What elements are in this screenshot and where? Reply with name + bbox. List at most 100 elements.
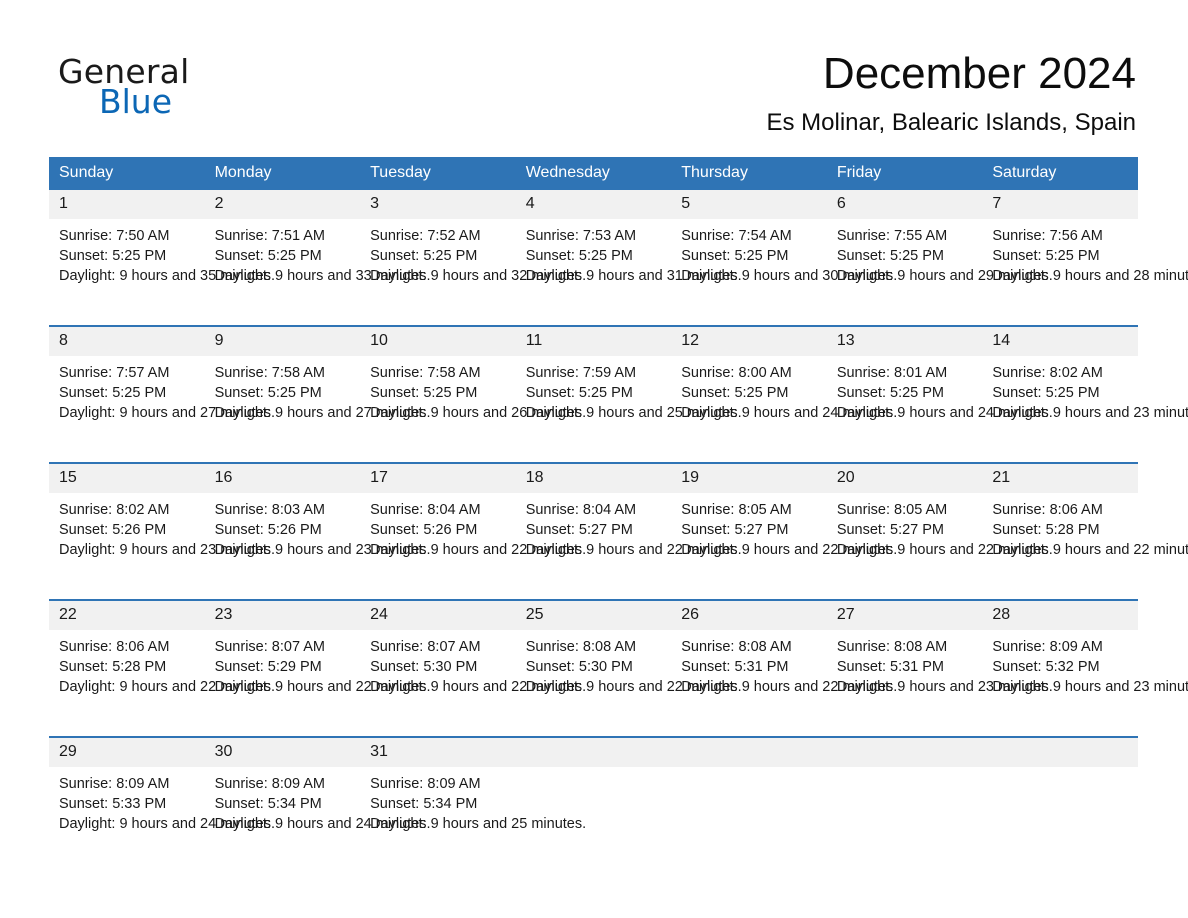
calendar-day-cell[interactable]: 14 Sunrise: 8:02 AM Sunset: 5:25 PM Dayligh…	[982, 325, 1188, 463]
day-number: 19	[671, 464, 827, 493]
weekday-header-wednesday: Wednesday	[515, 157, 672, 190]
day-number: 28	[982, 601, 1138, 630]
day-details: Sunrise: 7:58 AM Sunset: 5:25 PM Daylight:…	[205, 356, 431, 424]
calendar-day-cell[interactable]: 25 Sunrise: 8:08 AM Sunset: 5:30 PM Dayligh…	[515, 599, 742, 737]
calendar-day-cell[interactable]: 6 Sunrise: 7:55 AM Sunset: 5:25 PM Daylight…	[826, 190, 1053, 326]
calendar-body: 1 Sunrise: 7:50 AM Sunset: 5:25 PM Daylight…	[49, 190, 1188, 873]
calendar-day-cell[interactable]: 17 Sunrise: 8:04 AM Sunset: 5:26 PM Dayligh…	[360, 462, 586, 600]
calendar-day-cell[interactable]: 15 Sunrise: 8:02 AM Sunset: 5:26 PM Dayligh…	[49, 462, 275, 600]
sunrise-text: Sunrise: 7:59 AM	[525, 365, 637, 381]
calendar-day-cell-empty	[826, 736, 983, 873]
calendar-day-cell[interactable]: 4 Sunrise: 7:53 AM Sunset: 5:25 PM Daylight…	[515, 190, 742, 326]
sunrise-text: Sunrise: 8:02 AM	[59, 502, 170, 518]
calendar-day-cell[interactable]: 28 Sunrise: 8:09 AM Sunset: 5:32 PM Dayligh…	[982, 599, 1188, 737]
calendar-day-cell[interactable]: 19 Sunrise: 8:05 AM Sunset: 5:27 PM Dayligh…	[671, 462, 898, 600]
calendar-day-cell[interactable]: 10 Sunrise: 7:58 AM Sunset: 5:25 PM Dayligh…	[360, 325, 586, 463]
calendar-day-cell[interactable]: 21 Sunrise: 8:06 AM Sunset: 5:28 PM Dayligh…	[982, 462, 1188, 600]
sunrise-text: Sunrise: 8:09 AM	[214, 776, 325, 792]
calendar-day-cell[interactable]: 7 Sunrise: 7:56 AM Sunset: 5:25 PM Daylight…	[982, 190, 1188, 326]
calendar-day-cell[interactable]: 8 Sunrise: 7:57 AM Sunset: 5:25 PM Daylight…	[49, 325, 276, 463]
sunset-text: Sunset: 5:27 PM	[525, 522, 633, 539]
sunset-text: Sunset: 5:25 PM	[525, 248, 633, 265]
daylight-text: Daylight: 9 hours and 23 minutes.	[992, 405, 1188, 422]
daylight-text: Daylight: 9 hours and 23 minutes.	[836, 679, 1053, 696]
day-number: 16	[204, 464, 361, 493]
sunset-text: Sunset: 5:25 PM	[681, 248, 789, 265]
day-details: Sunrise: 8:09 AM Sunset: 5:32 PM Daylight:…	[982, 630, 1188, 698]
calendar-day-cell[interactable]: 30 Sunrise: 8:09 AM Sunset: 5:34 PM Dayligh…	[204, 736, 431, 873]
calendar-day-cell[interactable]: 27 Sunrise: 8:08 AM Sunset: 5:31 PM Dayligh…	[826, 599, 1053, 737]
daylight-text: Daylight: 9 hours and 27 minutes.	[59, 405, 276, 422]
calendar-day-cell[interactable]: 31 Sunrise: 8:09 AM Sunset: 5:34 PM Dayligh…	[360, 736, 586, 873]
sunrise-text: Sunrise: 8:05 AM	[681, 502, 792, 518]
sunset-text: Sunset: 5:28 PM	[59, 659, 167, 676]
sunset-text: Sunset: 5:26 PM	[214, 522, 322, 539]
daylight-text: Daylight: 9 hours and 24 minutes.	[681, 405, 898, 422]
sunrise-text: Sunrise: 7:50 AM	[59, 228, 170, 244]
weekday-header-saturday: Saturday	[982, 157, 1138, 190]
calendar-day-cell[interactable]: 11 Sunrise: 7:59 AM Sunset: 5:25 PM Dayligh…	[515, 325, 742, 463]
sunrise-text: Sunrise: 8:01 AM	[836, 365, 948, 381]
calendar-day-cell[interactable]: 23 Sunrise: 8:07 AM Sunset: 5:29 PM Dayligh…	[204, 599, 431, 737]
sunrise-text: Sunrise: 7:56 AM	[992, 228, 1103, 244]
day-details: Sunrise: 8:06 AM Sunset: 5:28 PM Daylight:…	[49, 630, 275, 698]
day-number: 24	[360, 601, 516, 630]
day-details: Sunrise: 7:59 AM Sunset: 5:25 PM Daylight:…	[516, 356, 742, 424]
calendar-day-cell[interactable]: 24 Sunrise: 8:07 AM Sunset: 5:30 PM Dayligh…	[360, 599, 586, 737]
sunset-text: Sunset: 5:25 PM	[681, 385, 789, 402]
sunset-text: Sunset: 5:32 PM	[992, 659, 1100, 676]
day-number: 6	[826, 190, 983, 219]
day-number: 30	[204, 738, 361, 767]
calendar-day-cell[interactable]: 12 Sunrise: 8:00 AM Sunset: 5:25 PM Dayligh…	[671, 325, 898, 463]
calendar-day-cell[interactable]: 13 Sunrise: 8:01 AM Sunset: 5:25 PM Dayligh…	[826, 325, 1053, 463]
day-details: Sunrise: 8:03 AM Sunset: 5:26 PM Daylight:…	[205, 493, 431, 561]
sunrise-text: Sunrise: 8:08 AM	[681, 639, 792, 655]
logo-text-blue: Blue	[99, 82, 173, 121]
daylight-text: Daylight: 9 hours and 24 minutes.	[214, 816, 431, 833]
weekday-header-friday: Friday	[826, 157, 983, 190]
calendar-day-cell[interactable]: 29 Sunrise: 8:09 AM Sunset: 5:33 PM Dayligh…	[49, 736, 275, 873]
calendar-page: General Blue December 2024 Es Molinar, B…	[0, 0, 1188, 918]
day-number: 2	[204, 190, 361, 219]
calendar-day-cell-empty	[982, 736, 1138, 873]
calendar-week-row: 8 Sunrise: 7:57 AM Sunset: 5:25 PM Daylight…	[49, 325, 1188, 463]
sunrise-text: Sunrise: 7:51 AM	[214, 228, 325, 244]
day-details: Sunrise: 8:07 AM Sunset: 5:29 PM Daylight:…	[205, 630, 431, 698]
day-number: 21	[982, 464, 1138, 493]
calendar-day-cell[interactable]: 2 Sunrise: 7:51 AM Sunset: 5:25 PM Daylight…	[204, 190, 431, 326]
day-details: Sunrise: 7:56 AM Sunset: 5:25 PM Daylight:…	[982, 219, 1188, 287]
calendar-day-cell[interactable]: 1 Sunrise: 7:50 AM Sunset: 5:25 PM Daylight…	[49, 190, 275, 326]
day-details: Sunrise: 8:08 AM Sunset: 5:30 PM Daylight:…	[516, 630, 742, 698]
calendar-day-cell[interactable]: 5 Sunrise: 7:54 AM Sunset: 5:25 PM Daylight…	[671, 190, 898, 326]
day-number: 17	[360, 464, 516, 493]
weekday-header-thursday: Thursday	[671, 157, 827, 190]
sunset-text: Sunset: 5:26 PM	[370, 522, 478, 539]
calendar-day-cell[interactable]: 22 Sunrise: 8:06 AM Sunset: 5:28 PM Dayligh…	[49, 599, 275, 737]
day-number	[671, 738, 827, 767]
daylight-text: Daylight: 9 hours and 31 minutes.	[525, 268, 742, 285]
day-details: Sunrise: 7:57 AM Sunset: 5:25 PM Daylight:…	[49, 356, 276, 424]
sunrise-text: Sunrise: 7:58 AM	[214, 365, 325, 381]
day-details: Sunrise: 8:02 AM Sunset: 5:26 PM Daylight:…	[49, 493, 275, 561]
calendar-day-cell[interactable]: 26 Sunrise: 8:08 AM Sunset: 5:31 PM Dayligh…	[671, 599, 897, 737]
daylight-text: Daylight: 9 hours and 28 minutes.	[992, 268, 1188, 285]
daylight-text: Daylight: 9 hours and 22 minutes.	[525, 542, 742, 559]
calendar-day-cell[interactable]: 9 Sunrise: 7:58 AM Sunset: 5:25 PM Daylight…	[204, 325, 431, 463]
daylight-text: Daylight: 9 hours and 30 minutes.	[681, 268, 898, 285]
calendar-day-cell[interactable]: 20 Sunrise: 8:05 AM Sunset: 5:27 PM Dayligh…	[826, 462, 1053, 600]
calendar-day-cell[interactable]: 3 Sunrise: 7:52 AM Sunset: 5:25 PM Daylight…	[360, 190, 586, 326]
day-number: 25	[515, 601, 672, 630]
day-details: Sunrise: 8:09 AM Sunset: 5:33 PM Daylight:…	[49, 767, 275, 835]
calendar-day-cell[interactable]: 16 Sunrise: 8:03 AM Sunset: 5:26 PM Dayligh…	[204, 462, 431, 600]
day-number	[826, 738, 983, 767]
day-number: 11	[515, 327, 672, 356]
calendar-day-cell[interactable]: 18 Sunrise: 8:04 AM Sunset: 5:27 PM Dayligh…	[515, 462, 742, 600]
day-details: Sunrise: 8:05 AM Sunset: 5:27 PM Daylight:…	[671, 493, 898, 561]
daylight-text: Daylight: 9 hours and 22 minutes.	[681, 542, 898, 559]
day-number: 1	[49, 190, 205, 219]
calendar-week-row: 29 Sunrise: 8:09 AM Sunset: 5:33 PM Dayligh…	[49, 736, 1138, 873]
day-details: Sunrise: 7:53 AM Sunset: 5:25 PM Daylight:…	[516, 219, 742, 287]
sunrise-text: Sunrise: 8:02 AM	[992, 365, 1103, 381]
day-number: 29	[49, 738, 205, 767]
generalblue-logo[interactable]: General Blue	[58, 52, 378, 122]
